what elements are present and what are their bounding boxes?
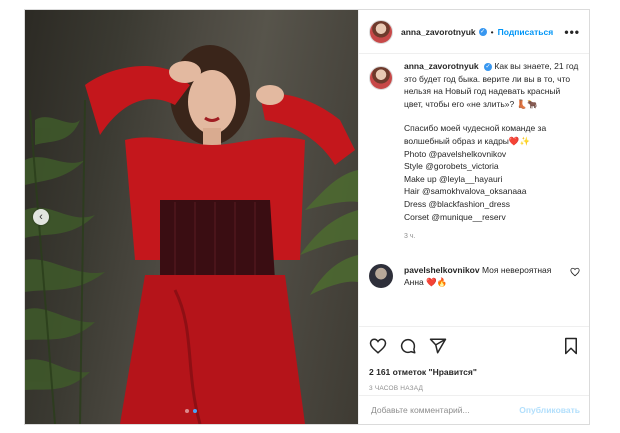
post-photo[interactable]: ‹	[25, 10, 358, 424]
chevron-left-icon: ‹	[39, 211, 43, 223]
credit-dress[interactable]: Dress @blackfashion_dress	[404, 198, 580, 211]
publish-button[interactable]: Опубликовать	[519, 405, 580, 415]
carousel-dot	[185, 409, 189, 413]
comments-section: anna_zavorotnyuk ✓ Как вы знаете, 21 год…	[359, 60, 589, 289]
follow-button[interactable]: Подписаться	[498, 27, 554, 37]
caption-author-avatar[interactable]	[369, 66, 393, 90]
commenter-avatar[interactable]	[369, 263, 393, 288]
author-avatar[interactable]	[369, 19, 393, 44]
comment-input[interactable]	[369, 404, 520, 416]
more-options-button[interactable]: •••	[564, 25, 580, 39]
post-header: anna_zavorotnyuk ✓ • Подписаться •••	[359, 10, 589, 54]
add-comment-bar: Опубликовать	[359, 395, 589, 424]
comment-body: pavelshelkovnikov Моя невероятная Анна ❤…	[404, 264, 570, 289]
post-sidebar: anna_zavorotnyuk ✓ • Подписаться ••• ann…	[358, 10, 589, 424]
comment-icon[interactable]	[399, 337, 417, 355]
caption-body: anna_zavorotnyuk ✓ Как вы знаете, 21 год…	[404, 60, 580, 244]
post-card: ‹ anna_zavorotnyuk ✓ • Подписаться ••• a…	[24, 9, 590, 425]
comment-like-heart-icon[interactable]	[570, 267, 580, 277]
credit-photo[interactable]: Photo @pavelshelkovnikov	[404, 148, 580, 161]
author-username[interactable]: anna_zavorotnyuk	[401, 27, 476, 37]
heart-icon[interactable]	[369, 337, 387, 355]
likes-count[interactable]: 2 161 отметок "Нравится"	[369, 367, 580, 377]
action-icons	[369, 337, 580, 355]
post-caption: anna_zavorotnyuk ✓ Как вы знаете, 21 год…	[369, 60, 580, 244]
caption-author-username[interactable]: anna_zavorotnyuk	[404, 61, 479, 71]
commenter-username[interactable]: pavelshelkovnikov	[404, 265, 480, 275]
verified-badge-icon: ✓	[484, 62, 493, 71]
carousel-indicator	[185, 409, 197, 413]
carousel-prev-button[interactable]: ‹	[33, 209, 49, 225]
separator-dot: •	[490, 26, 494, 37]
post-actions: 2 161 отметок "Нравится" 3 ЧАСОВ НАЗАД	[359, 326, 589, 392]
verified-badge-icon: ✓	[478, 27, 487, 36]
credit-corset[interactable]: Corset @munique__reserv	[404, 211, 580, 224]
credit-style[interactable]: Style @gorobets_victoria	[404, 160, 580, 173]
bookmark-icon[interactable]	[562, 337, 580, 355]
post-timestamp[interactable]: 3 ЧАСОВ НАЗАД	[369, 385, 580, 392]
comment-item: pavelshelkovnikov Моя невероятная Анна ❤…	[369, 263, 580, 289]
credit-makeup[interactable]: Make up @leyla__hayauri	[404, 173, 580, 186]
photo-illustration	[25, 45, 358, 424]
caption-thanks: Спасибо моей чудесной команде за волшебн…	[404, 123, 547, 146]
credit-hair[interactable]: Hair @samokhvalova_oksanaaa	[404, 185, 580, 198]
share-icon[interactable]	[429, 337, 447, 355]
carousel-dot-active	[193, 409, 197, 413]
caption-time[interactable]: 3 ч.	[404, 231, 580, 244]
